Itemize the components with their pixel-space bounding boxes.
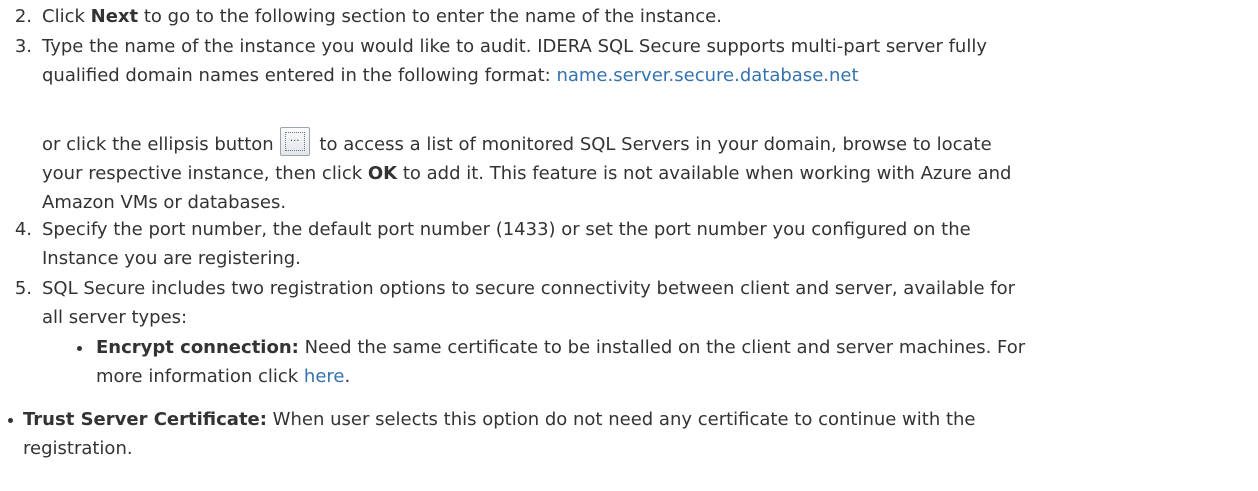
step-text: Type the name of the instance you would …	[42, 32, 1252, 90]
bullet-label: Trust Server Certificate:	[23, 409, 267, 430]
step-number: 4.	[14, 219, 32, 240]
bullet-line: more information click here.	[96, 362, 1256, 391]
step-line-text: to add it. This feature is not available…	[397, 163, 1012, 184]
step-line: your respective instance, then click OK …	[42, 159, 1252, 188]
step-line: qualified domain names entered in the fo…	[42, 61, 1252, 90]
ellipsis-glyph: ...	[289, 133, 300, 144]
step-text-post: to go to the following section to enter …	[138, 6, 722, 27]
step-number: 3.	[14, 36, 32, 57]
step-text: Specify the port number, the default por…	[42, 215, 1252, 273]
ok-keyword: OK	[367, 163, 398, 184]
step-line-text: your respective instance, then click	[42, 163, 368, 184]
step-line: Amazon VMs or databases.	[42, 192, 287, 213]
step-line: all server types:	[42, 307, 188, 328]
step-text: SQL Secure includes two registration opt…	[42, 274, 1252, 332]
bullet-line-text: more information click	[96, 366, 304, 387]
step-line: Type the name of the instance you would …	[42, 36, 987, 57]
step-text-pre: Click	[42, 6, 91, 27]
bullet-line: Trust Server Certificate: When user sele…	[23, 405, 1253, 434]
step-line: Specify the port number, the default por…	[42, 219, 971, 240]
next-keyword: Next	[90, 6, 139, 27]
step-text: or click the ellipsis button... to acces…	[42, 127, 1252, 217]
fqdn-format-link[interactable]: name.server.secure.database.net	[556, 65, 858, 86]
step-line-text: or click the ellipsis button	[42, 134, 274, 155]
bullet-label: Encrypt connection:	[96, 337, 299, 358]
step-line-text: to access a list of monitored SQL Server…	[313, 134, 992, 155]
here-link[interactable]: here	[304, 366, 345, 387]
bullet-text: Trust Server Certificate: When user sele…	[23, 405, 1253, 463]
bullet-dot	[77, 346, 82, 351]
step-line-text: qualified domain names entered in the fo…	[42, 65, 557, 86]
step-line: SQL Secure includes two registration opt…	[42, 278, 1016, 299]
step-line: or click the ellipsis button... to acces…	[42, 127, 1252, 159]
bullet-line-text: Need the same certificate to be installe…	[298, 337, 1026, 358]
bullet-line: Encrypt connection: Need the same certif…	[96, 333, 1256, 362]
step-line: Instance you are registering.	[42, 248, 301, 269]
bullet-line: registration.	[23, 438, 133, 459]
bullet-dot	[8, 418, 13, 423]
step-number: 5.	[14, 278, 32, 299]
step-number: 2.	[14, 6, 32, 27]
ellipsis-button-icon: ...	[279, 127, 310, 156]
bullet-line-text: When user selects this option do not nee…	[266, 409, 976, 430]
step-text: Click Next to go to the following sectio…	[42, 2, 1252, 31]
bullet-text: Encrypt connection: Need the same certif…	[96, 333, 1256, 391]
bullet-line-text: .	[344, 366, 351, 387]
